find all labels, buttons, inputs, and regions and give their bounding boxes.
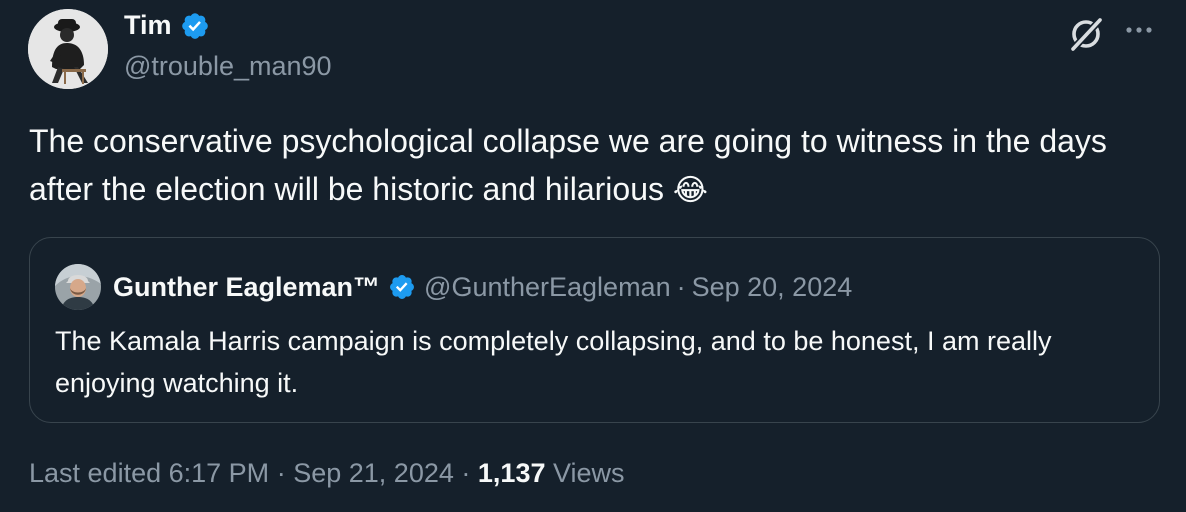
tweet-body: The conservative psychological collapse … xyxy=(29,123,1107,207)
tweet-time[interactable]: 6:17 PM xyxy=(169,458,270,488)
quoted-author-avatar-image xyxy=(55,264,101,310)
tweet-container: Tim @trouble_man90 The conservative psyc… xyxy=(0,0,1186,512)
author-handle[interactable]: @trouble_man90 xyxy=(124,51,332,82)
tweet-text: The conservative psychological collapse … xyxy=(29,117,1149,215)
quoted-author-handle[interactable]: @GuntherEagleman xyxy=(424,272,671,303)
quoted-verified-badge-icon[interactable] xyxy=(388,273,416,301)
verified-badge-icon[interactable] xyxy=(180,11,210,41)
author-name-row: Tim xyxy=(124,10,210,41)
quoted-author-avatar[interactable] xyxy=(55,264,101,310)
laughing-emoji-icon: 😂 xyxy=(672,173,708,208)
quoted-tweet-header: Gunther Eagleman™ @GuntherEagleman · Sep… xyxy=(55,264,852,310)
views-count: 1,137 xyxy=(477,458,546,488)
grok-icon[interactable] xyxy=(1066,14,1106,54)
edited-label[interactable]: Last edited xyxy=(29,458,161,488)
quoted-author-name[interactable]: Gunther Eagleman™ xyxy=(113,272,380,303)
author-avatar[interactable] xyxy=(28,9,108,89)
quoted-meta-separator: · xyxy=(676,271,686,302)
tweet-date[interactable]: Sep 21, 2024 xyxy=(293,458,454,488)
footer-separator: · xyxy=(276,458,286,488)
footer-separator-views: · xyxy=(461,458,471,488)
author-avatar-image xyxy=(28,9,108,89)
more-icon[interactable] xyxy=(1124,24,1154,36)
author-name[interactable]: Tim xyxy=(124,10,172,41)
tweet-footer: Last edited 6:17 PM · Sep 21, 2024 · 1,1… xyxy=(29,458,625,489)
views-label: Views xyxy=(553,458,625,488)
quoted-tweet-date[interactable]: Sep 20, 2024 xyxy=(692,272,853,303)
quoted-tweet-card[interactable]: Gunther Eagleman™ @GuntherEagleman · Sep… xyxy=(29,237,1160,423)
quoted-tweet-text: The Kamala Harris campaign is completely… xyxy=(55,326,1052,398)
